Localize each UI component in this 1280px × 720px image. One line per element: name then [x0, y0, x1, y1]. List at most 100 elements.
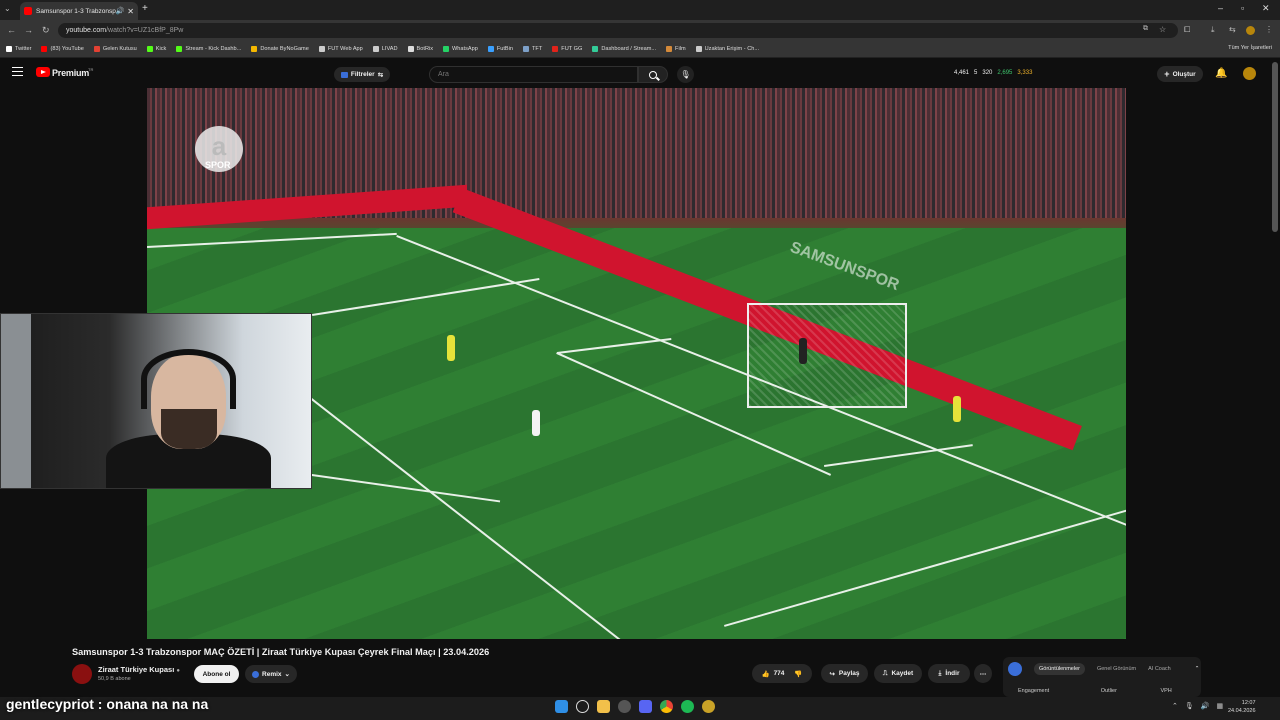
- bookmark-label: Gelen Kutusu: [102, 46, 137, 52]
- download-icon[interactable]: ⤓: [1211, 25, 1215, 35]
- bookmark-item[interactable]: FUT Web App: [318, 46, 363, 52]
- collapse-icon[interactable]: ⌃: [1195, 666, 1200, 672]
- like-dislike-group[interactable]: 👍 774 👎: [752, 664, 812, 683]
- filter-extension-icon: [340, 71, 348, 78]
- file-explorer-icon[interactable]: [597, 700, 610, 713]
- notifications-bell-icon[interactable]: 🔔: [1215, 68, 1227, 79]
- bookmark-item[interactable]: FUT GG: [552, 46, 582, 52]
- extensions-icon[interactable]: ⧠: [1184, 25, 1190, 35]
- stat-3: 320: [982, 70, 993, 76]
- save-button[interactable]: ⎍ Kaydet: [874, 664, 922, 683]
- menu-dots-icon[interactable]: ⋮: [1265, 25, 1273, 34]
- maximize-icon[interactable]: ▫: [1241, 3, 1244, 13]
- back-icon[interactable]: ←: [7, 25, 16, 35]
- channel-name-text: Ziraat Türkiye Kupası: [98, 665, 175, 674]
- save-label: Kaydet: [891, 670, 914, 677]
- tab-ai-coach[interactable]: AI Coach: [1148, 666, 1171, 672]
- tab-views[interactable]: Görüntülenmeler: [1034, 663, 1085, 675]
- profile-icon[interactable]: [1246, 26, 1255, 35]
- address-bar[interactable]: youtube.com/watch?v=UZ1cBfP_8Pw: [58, 23, 1178, 38]
- start-icon[interactable]: [555, 700, 568, 713]
- remix-button[interactable]: Remix ⌄: [245, 665, 297, 683]
- star-icon[interactable]: ☆: [1159, 25, 1166, 34]
- bookmark-favicon-icon: [93, 46, 100, 52]
- video-title: Samsunspor 1-3 Trabzonspor MAÇ ÖZETİ | Z…: [72, 647, 490, 657]
- all-bookmarks[interactable]: Tüm Yer İşaretleri: [1228, 45, 1272, 51]
- app-icon[interactable]: [618, 700, 631, 713]
- bookmark-label: FutBin: [496, 46, 514, 52]
- headset-icon: [141, 349, 236, 409]
- cast-icon[interactable]: ⇆: [1229, 25, 1236, 34]
- referee: [447, 335, 455, 361]
- bookmark-item[interactable]: Uzaktan Erişim - Ch...: [695, 46, 760, 52]
- bookmark-item[interactable]: LIVAD: [372, 46, 398, 52]
- search-taskbar-icon[interactable]: [576, 700, 589, 713]
- dislike-icon[interactable]: 👎: [794, 670, 802, 678]
- hamburger-menu-icon[interactable]: [12, 67, 23, 76]
- filters-button[interactable]: Filtreler ⇆: [334, 67, 390, 82]
- discord-icon[interactable]: [639, 700, 652, 713]
- bookmark-item[interactable]: (83) YouTube: [41, 46, 84, 52]
- bookmark-item[interactable]: Gelen Kutusu: [93, 46, 137, 52]
- clock[interactable]: 12:07 24.04.2026: [1228, 699, 1256, 715]
- tab-overview[interactable]: Genel Görünüm: [1097, 666, 1136, 672]
- speaker-icon[interactable]: 🔊: [116, 7, 125, 15]
- download-label: İndir: [945, 670, 960, 677]
- bookmark-item[interactable]: FutBin: [487, 46, 514, 52]
- channel-name[interactable]: Ziraat Türkiye Kupası ●: [98, 665, 180, 674]
- youtube-logo-icon[interactable]: [36, 67, 50, 77]
- voice-search-icon[interactable]: 🎙: [677, 66, 694, 83]
- like-icon[interactable]: 👍: [761, 670, 769, 678]
- download-button[interactable]: ⤓ İndir: [928, 664, 970, 683]
- channel-avatar[interactable]: [72, 664, 92, 684]
- bookmark-label: Uzaktan Erişim - Ch...: [704, 46, 760, 52]
- bookmark-item[interactable]: Film: [666, 46, 686, 52]
- new-tab-button[interactable]: +: [142, 3, 148, 14]
- tab-search-icon[interactable]: ⌄: [4, 4, 11, 13]
- chrome-icon[interactable]: [660, 700, 673, 713]
- minimize-icon[interactable]: –: [1218, 3, 1223, 13]
- bookmark-label: Donate ByNoGame: [260, 46, 309, 52]
- create-button[interactable]: + Oluştur: [1157, 66, 1203, 82]
- clock-date: 24.04.2026: [1228, 708, 1256, 714]
- bookmark-favicon-icon: [372, 46, 379, 52]
- close-window-icon[interactable]: ✕: [1262, 3, 1270, 14]
- spotify-icon[interactable]: [681, 700, 694, 713]
- bookmark-label: FUT GG: [561, 46, 583, 52]
- bookmark-favicon-icon: [443, 46, 450, 52]
- channel-watermark-sub: SPOR: [205, 160, 231, 170]
- volume-icon[interactable]: 🔊: [1201, 702, 1210, 710]
- stat-2: 5: [974, 70, 978, 76]
- bookmark-item[interactable]: TFT: [523, 46, 542, 52]
- browser-tab[interactable]: Samsunspor 1-3 Trabzonspor 🔊 ✕: [20, 2, 138, 20]
- bookmark-item[interactable]: Dashboard / Stream...: [592, 46, 656, 52]
- chevron-down-icon: ⌄: [284, 671, 290, 678]
- forward-icon[interactable]: →: [24, 25, 33, 35]
- bookmark-item[interactable]: BotRix: [407, 46, 433, 52]
- tab-title: Samsunspor 1-3 Trabzonspor: [36, 7, 116, 15]
- close-tab-icon[interactable]: ✕: [127, 7, 134, 16]
- subscribe-button[interactable]: Abone ol: [194, 665, 239, 683]
- scrollbar[interactable]: [1272, 62, 1278, 232]
- account-avatar[interactable]: [1243, 67, 1256, 80]
- bookmark-item[interactable]: Twitter: [6, 46, 31, 52]
- bookmark-item[interactable]: Stream - Kick Dashb...: [176, 46, 241, 52]
- tray-chevron-icon[interactable]: ⌃: [1172, 702, 1178, 710]
- filters-label: Filtreler: [350, 71, 375, 78]
- share-button[interactable]: ↪ Paylaş: [821, 664, 868, 683]
- mic-tray-icon[interactable]: 🎙: [1185, 702, 1194, 710]
- search-button[interactable]: [638, 66, 668, 83]
- bookmark-item[interactable]: WhatsApp: [443, 46, 478, 52]
- obs-icon[interactable]: [702, 700, 715, 713]
- search-input[interactable]: [429, 66, 638, 83]
- reload-icon[interactable]: ↻: [42, 25, 50, 36]
- remix-label: Remix: [262, 670, 282, 678]
- share-icon: ↪: [829, 670, 835, 678]
- bookmark-favicon-icon: [251, 46, 258, 52]
- more-actions-icon[interactable]: ⋯: [974, 664, 992, 683]
- youtube-premium-logo[interactable]: Premium: [52, 68, 89, 78]
- bookmark-item[interactable]: Donate ByNoGame: [251, 46, 309, 52]
- bookmark-item[interactable]: Kick: [146, 46, 166, 52]
- install-icon[interactable]: ⧉: [1143, 25, 1148, 33]
- network-icon[interactable]: ▦: [1216, 702, 1223, 710]
